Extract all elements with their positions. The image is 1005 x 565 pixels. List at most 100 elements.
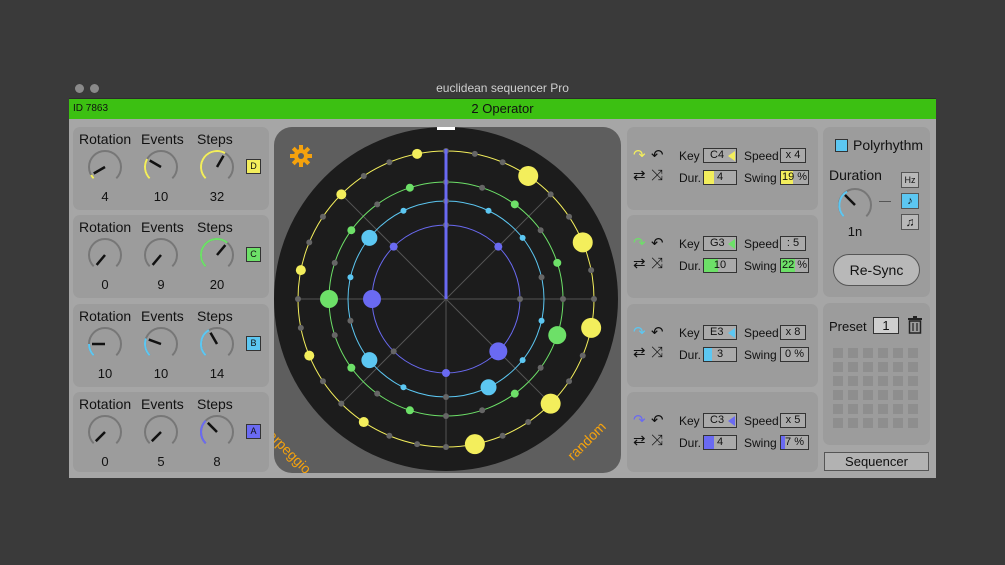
shuffle-icon[interactable]: ⤨ (651, 433, 663, 448)
preset-slot[interactable] (833, 348, 843, 358)
preset-slot[interactable] (878, 376, 888, 386)
trash-icon[interactable] (907, 316, 923, 334)
events-knob[interactable] (141, 412, 181, 452)
shuffle-icon[interactable]: ⤨ (651, 256, 663, 271)
rotation-knob[interactable] (85, 324, 125, 364)
speed-field[interactable]: x 8 (780, 325, 806, 340)
steps-value: 20 (209, 277, 225, 292)
swap-icon[interactable]: ⇄ (633, 433, 646, 448)
preset-slot[interactable] (848, 390, 858, 400)
preset-slot[interactable] (878, 404, 888, 414)
resync-button[interactable]: Re-Sync (833, 254, 920, 286)
rotate-right-icon[interactable]: ↷ (633, 413, 646, 428)
preset-slot[interactable] (878, 418, 888, 428)
events-value: 9 (157, 277, 165, 292)
swap-icon[interactable]: ⇄ (633, 168, 646, 183)
preset-slot[interactable] (863, 418, 873, 428)
preset-slot[interactable] (908, 348, 918, 358)
preset-slot[interactable] (893, 404, 903, 414)
key-triangle-icon (728, 416, 735, 426)
swap-icon[interactable]: ⇄ (633, 256, 646, 271)
preset-slot[interactable] (893, 418, 903, 428)
speed-field[interactable]: x 5 (780, 413, 806, 428)
rotate-right-icon[interactable]: ↷ (633, 236, 646, 251)
preset-slot[interactable] (833, 390, 843, 400)
preset-slot[interactable] (833, 418, 843, 428)
preset-slot[interactable] (908, 418, 918, 428)
key-field[interactable]: C4 (703, 148, 737, 163)
preset-slot[interactable] (908, 376, 918, 386)
sequencer-button[interactable]: Sequencer (824, 452, 929, 471)
track-tag[interactable]: D (246, 159, 261, 174)
preset-slot[interactable] (848, 362, 858, 372)
preset-slot[interactable] (848, 418, 858, 428)
preset-slot[interactable] (863, 404, 873, 414)
steps-knob[interactable] (197, 235, 237, 275)
euclidean-circle-panel[interactable]: arpeggio random (274, 127, 621, 473)
duration-field[interactable]: 10 (703, 258, 737, 273)
undo-icon[interactable]: ↶ (651, 236, 664, 251)
preset-slot[interactable] (878, 348, 888, 358)
preset-slot[interactable] (893, 376, 903, 386)
preset-number-box[interactable]: 1 (873, 317, 899, 334)
preset-slot[interactable] (908, 362, 918, 372)
preset-slot[interactable] (878, 362, 888, 372)
rotation-knob[interactable] (85, 412, 125, 452)
rotate-right-icon[interactable]: ↷ (633, 148, 646, 163)
events-knob[interactable] (141, 324, 181, 364)
preset-slot[interactable] (848, 348, 858, 358)
preset-slot[interactable] (833, 404, 843, 414)
key-field[interactable]: G3 (703, 236, 737, 251)
preset-slot[interactable] (908, 404, 918, 414)
preset-slot[interactable] (848, 404, 858, 414)
undo-icon[interactable]: ↶ (651, 325, 664, 340)
events-knob[interactable] (141, 235, 181, 275)
track-tag[interactable]: C (246, 247, 261, 262)
preset-slot[interactable] (863, 348, 873, 358)
step-dot-active (363, 290, 381, 308)
swing-field[interactable]: 22 % (780, 258, 809, 273)
swing-field[interactable]: 0 % (780, 347, 809, 362)
duration-field[interactable]: 4 (703, 170, 737, 185)
rotation-knob[interactable] (85, 147, 125, 187)
note-sync-button[interactable]: ♪ (901, 193, 919, 209)
preset-slot[interactable] (893, 348, 903, 358)
key-field[interactable]: C3 (703, 413, 737, 428)
preset-slot[interactable] (863, 390, 873, 400)
polyrhythm-checkbox[interactable] (835, 139, 848, 152)
settings-icon[interactable] (290, 145, 312, 167)
steps-knob[interactable] (197, 412, 237, 452)
rotation-knob[interactable] (85, 235, 125, 275)
track-tag[interactable]: A (246, 424, 261, 439)
steps-knob[interactable] (197, 324, 237, 364)
preset-slot[interactable] (833, 376, 843, 386)
speed-field[interactable]: : 5 (780, 236, 806, 251)
swap-icon[interactable]: ⇄ (633, 345, 646, 360)
shuffle-icon[interactable]: ⤨ (651, 168, 663, 183)
preset-slot[interactable] (863, 376, 873, 386)
hz-button[interactable]: Hz (901, 172, 919, 188)
shuffle-icon[interactable]: ⤨ (651, 345, 663, 360)
triplet-sync-button[interactable]: ♫ (901, 214, 919, 230)
swing-field[interactable]: 7 % (780, 435, 809, 450)
swing-field[interactable]: 19 % (780, 170, 809, 185)
undo-icon[interactable]: ↶ (651, 148, 664, 163)
preset-slot[interactable] (878, 390, 888, 400)
preset-slot[interactable] (908, 390, 918, 400)
speed-field[interactable]: x 4 (780, 148, 806, 163)
events-knob[interactable] (141, 147, 181, 187)
preset-slot[interactable] (893, 390, 903, 400)
duration-field[interactable]: 3 (703, 347, 737, 362)
preset-slot[interactable] (848, 376, 858, 386)
key-field[interactable]: E3 (703, 325, 737, 340)
steps-knob[interactable] (197, 147, 237, 187)
rotate-right-icon[interactable]: ↷ (633, 325, 646, 340)
duration-field[interactable]: 4 (703, 435, 737, 450)
duration-knob[interactable] (835, 185, 875, 225)
track-tag[interactable]: B (246, 336, 261, 351)
preset-slot[interactable] (893, 362, 903, 372)
preset-slot[interactable] (863, 362, 873, 372)
euclidean-circle[interactable] (274, 127, 621, 473)
undo-icon[interactable]: ↶ (651, 413, 664, 428)
preset-slot[interactable] (833, 362, 843, 372)
